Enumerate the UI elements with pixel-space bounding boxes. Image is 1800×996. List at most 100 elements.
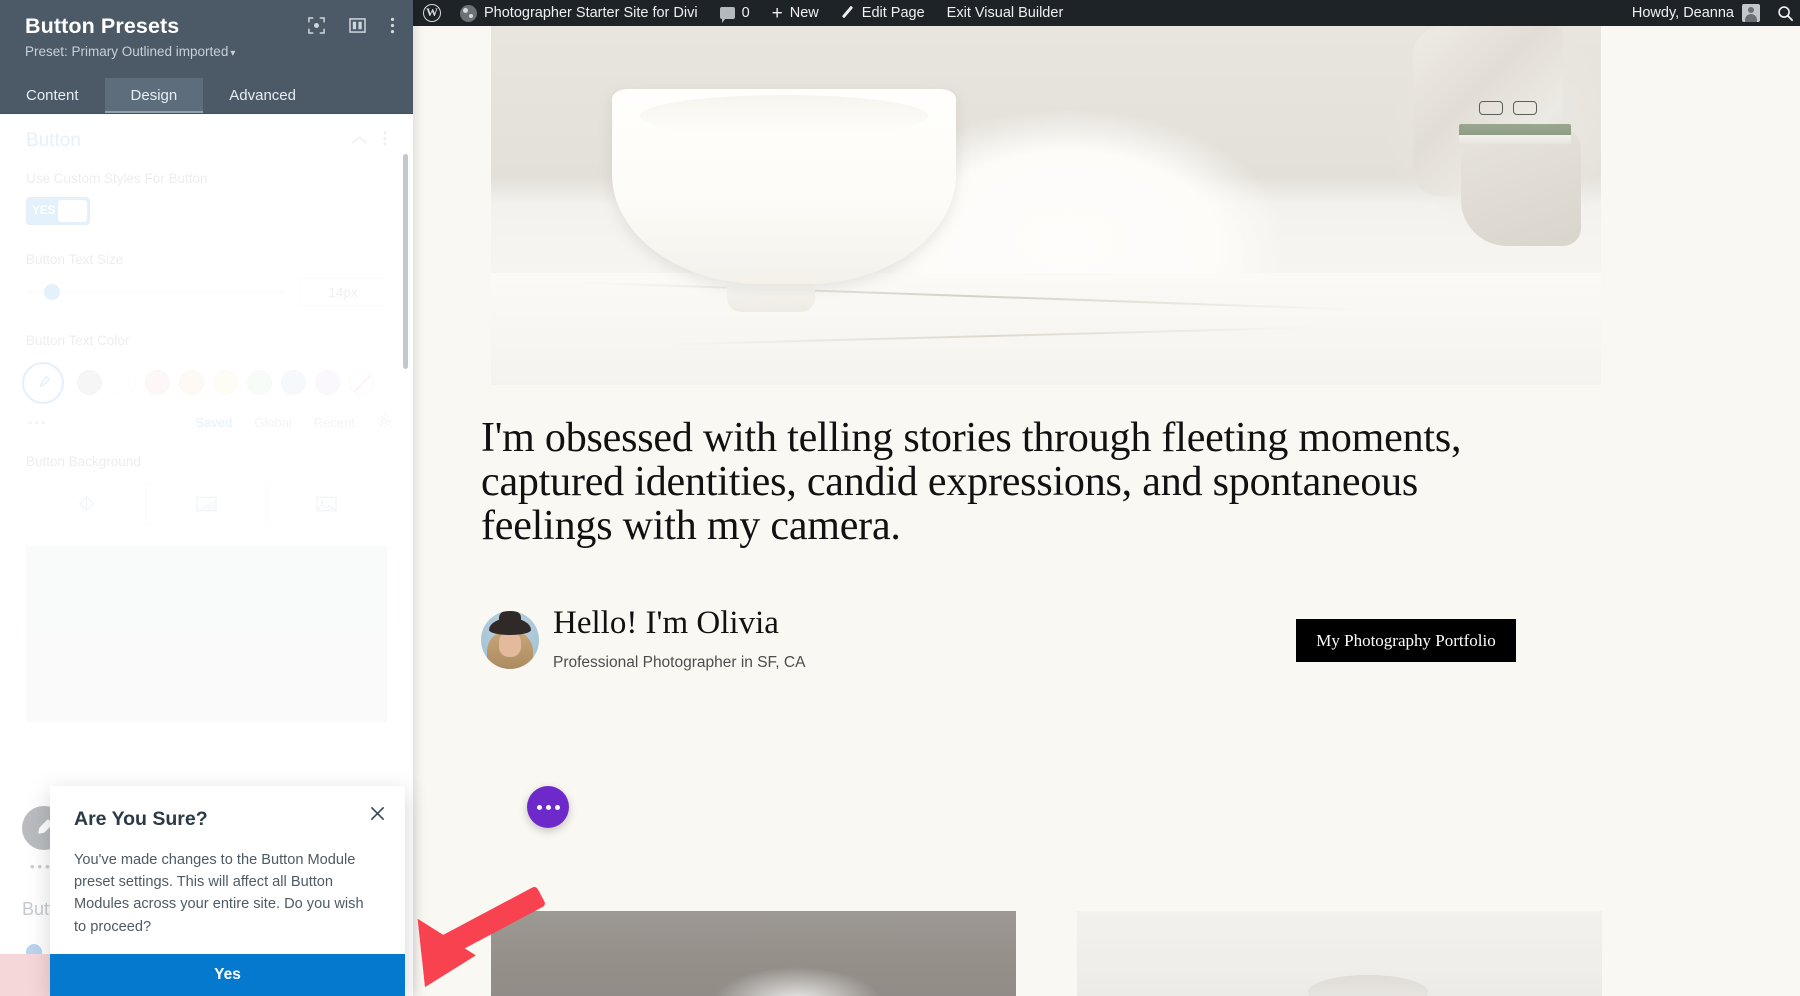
dialog-confirm-button[interactable]: Yes <box>50 954 405 996</box>
panel-header: Button Presets Preset: Primary Outlined … <box>0 0 413 78</box>
gear-icon[interactable] <box>377 414 391 431</box>
hero-glasses <box>1479 101 1537 113</box>
edit-page-link[interactable]: Edit Page <box>830 0 936 26</box>
hero-table <box>491 273 1601 385</box>
field-label-text-color: Button Text Color <box>26 332 387 350</box>
color-swatch-row <box>0 360 413 404</box>
divi-fab-menu-button[interactable] <box>527 786 569 828</box>
hero-book <box>1459 124 1571 144</box>
background-image-tab[interactable] <box>267 484 387 524</box>
wp-logo-menu[interactable]: W <box>413 0 449 26</box>
panel-settings-content: Button Use Custom Styles For Button <box>0 114 413 722</box>
screen-root: I'm obsessed with telling stories throug… <box>0 0 1800 996</box>
new-content-menu[interactable]: + New <box>761 0 830 26</box>
exit-visual-builder-link[interactable]: Exit Visual Builder <box>936 0 1075 26</box>
panel-tabs: Content Design Advanced <box>0 78 413 114</box>
user-account-menu[interactable]: Howdy, Deanna <box>1622 4 1770 22</box>
chevron-up-icon[interactable] <box>352 132 367 150</box>
group-title: Button <box>26 130 81 152</box>
swatch-none[interactable] <box>349 370 374 395</box>
swatch-tab-global[interactable]: Global <box>254 415 292 430</box>
swatch-green[interactable] <box>247 370 272 395</box>
field-button-text-size: Button Text Size 14px <box>0 229 413 310</box>
howdy-label: Howdy, Deanna <box>1632 5 1734 21</box>
field-label-custom-styles: Use Custom Styles For Button <box>26 170 387 188</box>
swatch-yellow[interactable] <box>213 370 238 395</box>
site-name-menu[interactable]: Photographer Starter Site for Divi <box>449 0 709 26</box>
image-icon <box>316 496 337 512</box>
tab-content[interactable]: Content <box>0 78 105 113</box>
swatch-orange[interactable] <box>179 370 204 395</box>
panel-scrollbar[interactable] <box>403 154 408 369</box>
toggle-value: YES <box>29 205 58 217</box>
hero-image <box>491 26 1601 385</box>
eyedropper-icon <box>35 375 51 391</box>
field-label-text-size: Button Text Size <box>26 251 387 269</box>
background-gradient-tab[interactable] <box>146 484 266 524</box>
swatch-more-dots[interactable]: ••• <box>28 415 48 430</box>
swatch-white[interactable] <box>111 370 136 395</box>
hero-cloth-fold <box>1461 126 1581 246</box>
current-color-swatch[interactable] <box>22 362 64 404</box>
field-custom-styles: Use Custom Styles For Button YES <box>0 164 413 229</box>
site-icon <box>460 5 477 22</box>
slider-handle[interactable] <box>44 284 60 300</box>
paint-bucket-icon <box>77 494 96 513</box>
dialog-title: Are You Sure? <box>74 808 381 831</box>
gradient-icon <box>196 496 217 512</box>
settings-group-button[interactable]: Button <box>0 114 413 164</box>
dialog-close-button[interactable] <box>367 806 387 826</box>
chevron-down-icon: ▾ <box>230 48 235 59</box>
more-horizontal-icon <box>546 805 551 810</box>
confirm-dialog: Are You Sure? You've made changes to the… <box>50 786 405 996</box>
field-label-background: Button Background <box>26 453 387 471</box>
tab-advanced[interactable]: Advanced <box>203 78 322 113</box>
bio-name: Hello! I'm Olivia <box>553 605 779 642</box>
background-type-tabs <box>0 480 413 524</box>
text-size-value-input[interactable]: 14px <box>299 278 387 306</box>
portfolio-button[interactable]: My Photography Portfolio <box>1296 619 1516 662</box>
comment-bubble-icon <box>720 7 735 19</box>
wp-admin-bar: W Photographer Starter Site for Divi 0 +… <box>413 0 1800 26</box>
lower-image-left <box>491 911 1016 996</box>
preset-selector[interactable]: Preset: Primary Outlined imported▾ <box>25 44 395 59</box>
background-color-tab[interactable] <box>26 484 146 524</box>
background-preview[interactable] <box>26 546 387 722</box>
page-headline: I'm obsessed with telling stories throug… <box>481 416 1491 548</box>
layout-columns-icon[interactable] <box>349 18 366 33</box>
search-icon <box>1777 5 1794 22</box>
preset-label: Preset: Primary Outlined imported <box>25 44 228 59</box>
bio-row: Hello! I'm Olivia Professional Photograp… <box>481 611 1516 681</box>
focus-frame-icon[interactable] <box>308 17 325 34</box>
swatch-blue[interactable] <box>281 370 306 395</box>
avatar <box>481 611 539 669</box>
swatch-meta-row: ••• Saved Global Recent <box>0 404 413 431</box>
page-preview: I'm obsessed with telling stories throug… <box>413 26 1800 996</box>
user-avatar-icon <box>1742 4 1760 22</box>
more-horizontal-icon <box>537 805 542 810</box>
lower-image-right <box>1077 911 1602 996</box>
search-button[interactable] <box>1770 0 1800 26</box>
lower-image-row <box>413 886 1800 996</box>
hero-bowl <box>612 89 956 284</box>
swatch-purple[interactable] <box>315 370 340 395</box>
text-size-slider[interactable] <box>26 290 283 294</box>
swatch-red[interactable] <box>145 370 170 395</box>
more-vertical-icon[interactable] <box>390 17 395 34</box>
tab-design[interactable]: Design <box>105 78 204 113</box>
comments-menu[interactable]: 0 <box>709 0 761 26</box>
exit-visual-builder-label: Exit Visual Builder <box>947 5 1064 21</box>
edit-page-label: Edit Page <box>862 5 925 21</box>
close-icon <box>370 806 385 821</box>
swatch-gray[interactable] <box>77 370 102 395</box>
swatch-tab-recent[interactable]: Recent <box>314 415 355 430</box>
pencil-icon <box>841 6 855 20</box>
custom-styles-toggle[interactable]: YES <box>26 197 90 225</box>
bio-subtitle: Professional Photographer in SF, CA <box>553 654 805 672</box>
dialog-body-text: You've made changes to the Button Module… <box>74 849 374 938</box>
swatch-tab-saved[interactable]: Saved <box>195 415 232 430</box>
comments-count: 0 <box>742 5 750 21</box>
more-vertical-icon[interactable] <box>383 131 387 151</box>
more-horizontal-icon <box>555 805 560 810</box>
site-name-label: Photographer Starter Site for Divi <box>484 5 698 21</box>
